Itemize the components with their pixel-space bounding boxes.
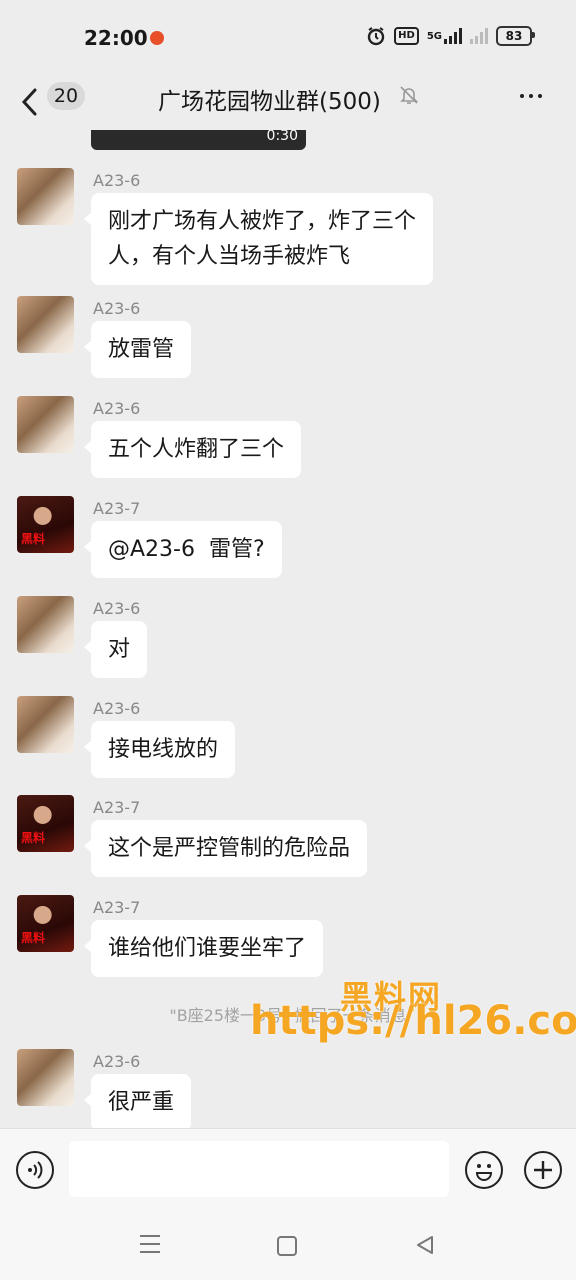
sender-name: A23-6	[93, 599, 141, 618]
avatar[interactable]	[17, 396, 74, 453]
home-button[interactable]	[277, 1236, 297, 1256]
status-bar: 22:00 HD 5G 83	[0, 0, 576, 74]
sender-name: A23-6	[93, 299, 141, 318]
sender-name: A23-6	[93, 1052, 141, 1071]
system-navigation-bar	[0, 1210, 576, 1280]
message-bubble[interactable]: 放雷管	[83, 321, 192, 378]
message-bubble[interactable]: 五个人炸翻了三个	[83, 421, 302, 478]
signal-5g-icon: 5G	[427, 28, 462, 44]
input-bar	[0, 1128, 576, 1211]
avatar[interactable]	[17, 1049, 74, 1106]
sender-name: A23-7	[93, 499, 141, 518]
status-icons: HD 5G 83	[366, 26, 535, 46]
avatar[interactable]	[17, 296, 74, 353]
sender-name: A23-6	[93, 699, 141, 718]
video-duration: 0:30	[266, 128, 298, 144]
sender-name: A23-6	[93, 399, 141, 418]
unread-count-badge[interactable]: 20	[47, 82, 85, 110]
signal-secondary-icon	[470, 28, 488, 44]
emoji-button[interactable]	[465, 1151, 503, 1189]
message-bubble[interactable]: 对	[83, 621, 148, 678]
recent-apps-button[interactable]	[140, 1235, 160, 1253]
message-bubble[interactable]: 刚才广场有人被炸了，炸了三个 人，有个人当场手被炸飞	[83, 193, 434, 285]
battery-icon: 83	[496, 26, 535, 46]
video-message-thumbnail[interactable]: 0:30	[91, 128, 306, 150]
message-input[interactable]	[69, 1141, 449, 1197]
status-time: 22:00	[84, 26, 148, 50]
notification-icon	[150, 31, 164, 45]
sender-name: A23-7	[93, 898, 141, 917]
sender-name: A23-7	[93, 798, 141, 817]
message-bubble[interactable]: @A23-6 雷管?	[84, 521, 282, 578]
watermark-url: https://hl26.co	[250, 998, 576, 1044]
message-bubble[interactable]: 这个是严控管制的危险品	[83, 820, 368, 877]
avatar[interactable]	[17, 596, 74, 653]
sender-name: A23-6	[93, 171, 141, 190]
message-bubble[interactable]: 很严重	[83, 1074, 192, 1131]
message-bubble[interactable]: 接电线放的	[83, 721, 236, 778]
chat-title[interactable]: 广场花园物业群(500)	[158, 82, 381, 116]
nav-back-button[interactable]	[414, 1235, 436, 1259]
more-actions-button[interactable]	[524, 1151, 562, 1189]
avatar[interactable]	[17, 168, 74, 225]
message-bubble[interactable]: 谁给他们谁要坐牢了	[83, 920, 324, 977]
more-options-button[interactable]	[520, 94, 542, 98]
avatar[interactable]: 黑料	[17, 895, 74, 952]
avatar[interactable]: 黑料	[17, 795, 74, 852]
network-label: 5G	[426, 30, 442, 42]
muted-bell-icon	[398, 84, 420, 110]
alarm-icon	[366, 26, 386, 46]
back-button[interactable]	[18, 82, 48, 122]
hd-icon: HD	[394, 27, 419, 45]
avatar[interactable]	[17, 696, 74, 753]
avatar[interactable]: 黑料	[17, 496, 74, 553]
voice-input-button[interactable]	[16, 1151, 54, 1189]
